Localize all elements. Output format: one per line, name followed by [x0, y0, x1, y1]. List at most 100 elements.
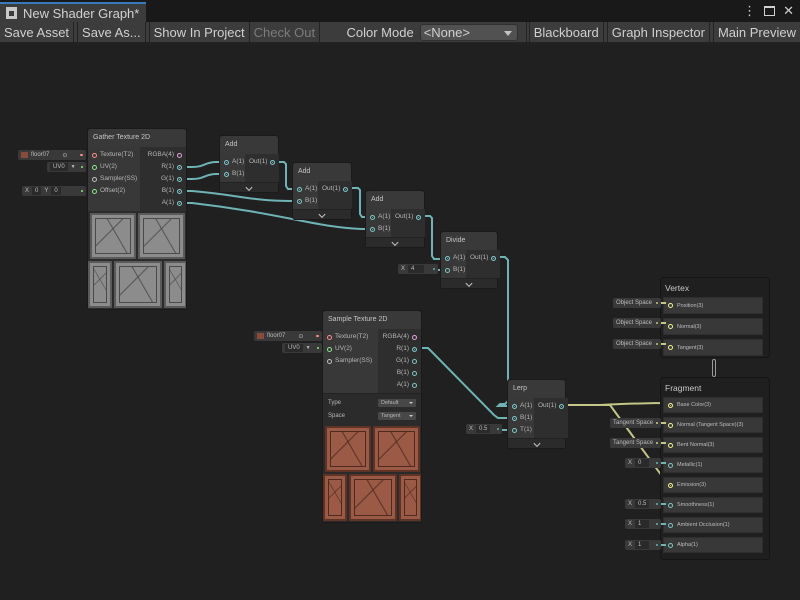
- port-out[interactable]: Out(1): [466, 252, 500, 264]
- port-g[interactable]: G(1): [140, 173, 186, 185]
- space-dropdown[interactable]: Tangent: [378, 411, 416, 420]
- fragment-block[interactable]: Base Color(3): [663, 397, 763, 413]
- divide-b-field[interactable]: X 4: [398, 264, 438, 274]
- port-r[interactable]: R(1): [378, 343, 421, 355]
- port-b[interactable]: B(1): [441, 264, 466, 276]
- expand-button[interactable]: [293, 209, 351, 219]
- port-out[interactable]: Out(1): [391, 211, 425, 223]
- save-asset-button[interactable]: Save Asset: [0, 21, 75, 43]
- fragment-block[interactable]: Smoothness(1): [663, 497, 763, 513]
- fragment-block[interactable]: Normal (Tangent Space)(3): [663, 417, 763, 433]
- port-b[interactable]: B(1): [220, 168, 245, 180]
- texture-tile: [323, 474, 347, 521]
- port-b[interactable]: B(1): [508, 412, 534, 424]
- port-out[interactable]: Out(1): [318, 183, 352, 195]
- gather-offset-field[interactable]: X 0 Y 0: [22, 186, 86, 196]
- save-as-button[interactable]: Save As...: [78, 21, 146, 43]
- type-dropdown[interactable]: Default: [378, 398, 416, 407]
- port-a[interactable]: A(1): [140, 197, 186, 209]
- add-node-2[interactable]: Add A(1) B(1) Out(1): [292, 162, 353, 220]
- port-a[interactable]: A(1): [220, 156, 245, 168]
- block-input-field[interactable]: Tangent Space: [610, 418, 661, 428]
- port-texture[interactable]: Texture(T2): [88, 149, 140, 161]
- fragment-block[interactable]: Ambient Occlusion(1): [663, 517, 763, 533]
- port-a[interactable]: A(1): [441, 252, 466, 264]
- sample-texture-2d-node[interactable]: Sample Texture 2D Texture(T2) UV(2) Samp…: [322, 310, 422, 523]
- lerp-node[interactable]: Lerp A(1) B(1) T(1) Out(1): [507, 379, 569, 449]
- main-preview-button[interactable]: Main Preview: [714, 22, 800, 43]
- close-icon[interactable]: ✕: [783, 3, 794, 19]
- port-uv[interactable]: UV(2): [88, 161, 140, 173]
- expand-button[interactable]: [366, 237, 424, 247]
- block-input-field[interactable]: X0: [625, 458, 661, 468]
- divide-node[interactable]: Divide A(1) B(1) Out(1): [440, 231, 501, 289]
- expand-button[interactable]: [508, 438, 565, 448]
- port-b[interactable]: B(1): [366, 223, 391, 235]
- chevron-down-icon: [391, 238, 399, 247]
- add-node-1[interactable]: Add A(1) B(1) Out(1): [219, 135, 280, 193]
- block-input-field[interactable]: Object Space: [613, 298, 661, 308]
- port-b[interactable]: B(1): [378, 367, 421, 379]
- port-dot-icon: [370, 226, 375, 232]
- lerp-t-field[interactable]: X 0.5: [466, 424, 502, 434]
- vertex-block[interactable]: Position(3): [663, 297, 763, 314]
- vertex-block[interactable]: Normal(3): [663, 318, 763, 335]
- vertex-block[interactable]: Tangent(3): [663, 339, 763, 356]
- port-uv[interactable]: UV(2): [323, 343, 378, 355]
- port-dot-icon: [412, 346, 417, 352]
- object-picker-icon[interactable]: ⊙: [62, 152, 67, 159]
- sample-uv-dropdown[interactable]: UV0 ▼: [282, 343, 322, 353]
- expand-button[interactable]: [220, 182, 278, 192]
- port-a[interactable]: A(1): [508, 400, 534, 412]
- block-input-field[interactable]: Tangent Space: [610, 438, 661, 448]
- graph-inspector-button[interactable]: Graph Inspector: [608, 21, 710, 43]
- port-a[interactable]: A(1): [366, 211, 391, 223]
- port-dot-icon: [92, 152, 97, 158]
- color-mode-dropdown[interactable]: <None>: [419, 23, 518, 41]
- show-in-project-button[interactable]: Show In Project: [150, 21, 250, 43]
- kebab-menu-icon[interactable]: ⋮: [743, 3, 756, 19]
- check-out-button[interactable]: Check Out: [250, 21, 321, 43]
- port-b[interactable]: B(1): [140, 185, 186, 197]
- fragment-block[interactable]: Emission(3): [663, 477, 763, 493]
- port-dot-icon: [177, 164, 182, 170]
- block-input-field[interactable]: X1: [625, 519, 661, 529]
- vertex-context[interactable]: Vertex Position(3) Normal(3) Tangent(3): [660, 277, 770, 358]
- block-input-field[interactable]: X 0.5: [625, 499, 661, 509]
- texture-tile: [399, 474, 421, 521]
- port-b[interactable]: B(1): [293, 195, 318, 207]
- tab-new-shader-graph[interactable]: New Shader Graph*: [0, 2, 146, 22]
- gather-texture-2d-node[interactable]: Gather Texture 2D Texture(T2) UV(2) Samp…: [87, 128, 187, 310]
- port-r[interactable]: R(1): [140, 161, 186, 173]
- fragment-context[interactable]: Fragment Base Color(3) Normal (Tangent Sp…: [660, 377, 770, 560]
- port-dot-icon: [668, 345, 673, 350]
- node-title: Lerp: [508, 380, 565, 398]
- fragment-block[interactable]: Bent Normal(3): [663, 437, 763, 453]
- fragment-block[interactable]: Metallic(1): [663, 457, 763, 473]
- port-sampler[interactable]: Sampler(SS): [88, 173, 140, 185]
- gather-uv-dropdown[interactable]: UV0 ▼: [47, 162, 86, 172]
- port-rgba[interactable]: RGBA(4): [140, 149, 186, 161]
- port-rgba[interactable]: RGBA(4): [378, 331, 421, 343]
- expand-button[interactable]: [441, 278, 497, 288]
- blackboard-button[interactable]: Blackboard: [530, 21, 604, 43]
- port-texture[interactable]: Texture(T2): [323, 331, 378, 343]
- port-g[interactable]: G(1): [378, 355, 421, 367]
- texture-tile: [138, 213, 185, 259]
- maximize-icon[interactable]: [764, 6, 776, 16]
- port-a[interactable]: A(1): [293, 183, 318, 195]
- port-t[interactable]: T(1): [508, 424, 534, 436]
- object-picker-icon[interactable]: ⊙: [298, 333, 303, 340]
- sample-texture-field[interactable]: floor07 ⊙: [254, 331, 322, 341]
- gather-texture-field[interactable]: floor07 ⊙: [18, 150, 86, 160]
- port-out[interactable]: Out(1): [534, 400, 568, 412]
- block-input-field[interactable]: X1: [625, 540, 661, 550]
- fragment-block[interactable]: Alpha(1): [663, 537, 763, 553]
- port-offset[interactable]: Offset(2): [88, 185, 140, 197]
- block-input-field[interactable]: Object Space: [613, 339, 661, 349]
- port-a[interactable]: A(1): [378, 379, 421, 391]
- add-node-3[interactable]: Add A(1) B(1) Out(1): [365, 190, 426, 248]
- block-input-field[interactable]: Object Space: [613, 318, 661, 328]
- port-sampler[interactable]: Sampler(SS): [323, 355, 378, 367]
- port-out[interactable]: Out(1): [245, 156, 279, 168]
